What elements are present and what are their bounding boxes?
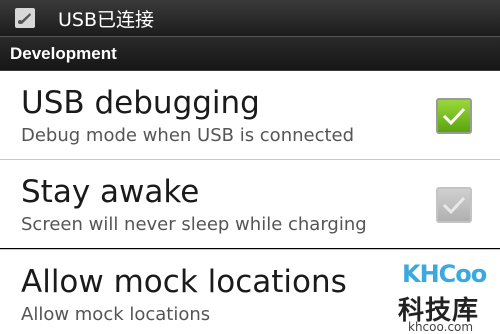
pref-title: USB debugging [21,85,260,121]
pref-usb-debugging[interactable]: USB debugging Debug mode when USB is con… [0,71,500,159]
status-text: USB已连接 [58,8,155,31]
status-bar[interactable]: USB已连接 [0,0,500,37]
usb-debugging-checkbox[interactable] [436,98,472,134]
pref-summary: Screen will never sleep while charging [21,214,367,235]
watermark-logo: KHCoo [402,260,487,288]
pref-title: Allow mock locations [21,264,347,300]
watermark-domain: khcoo.com [408,320,474,334]
section-title: Development [10,43,117,63]
pref-summary: Debug mode when USB is connected [21,125,355,146]
pref-title: Stay awake [21,174,200,210]
screen: USB已连接 Development USB debugging Debug m… [0,0,500,334]
checkmark-icon [442,196,466,215]
pref-summary: Allow mock locations [21,304,211,325]
section-header: Development [0,37,500,71]
watermark: KHCoo 科技库 khcoo.com [380,254,500,334]
usb-debug-icon [14,7,36,29]
checkmark-icon [442,107,466,126]
stay-awake-checkbox[interactable] [436,187,472,223]
pref-stay-awake[interactable]: Stay awake Screen will never sleep while… [0,160,500,248]
